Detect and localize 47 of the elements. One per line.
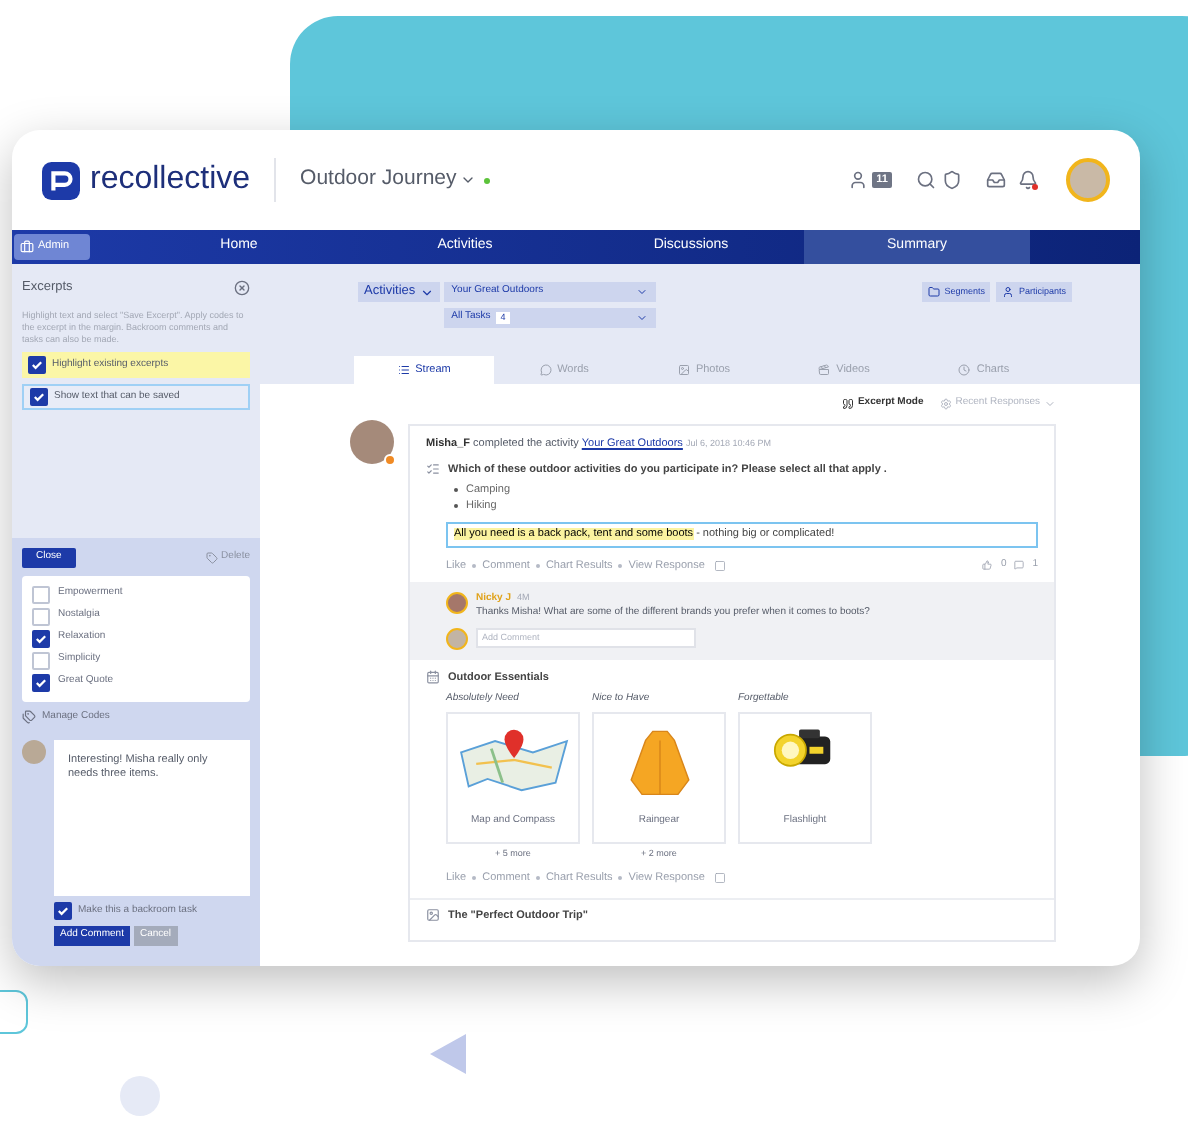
checkbox[interactable] [32,651,50,669]
charts-icon [958,364,971,376]
bell-icon [1018,170,1038,190]
words-icon [539,364,552,376]
checkbox[interactable] [32,585,50,603]
tags-icon [22,709,36,724]
calendar-icon [426,670,440,685]
checkbox[interactable] [54,902,72,920]
inbox-icon[interactable] [986,170,1006,190]
chevron-icon[interactable] [460,172,477,188]
chevron-icon [635,286,648,298]
notifications-button[interactable] [1018,170,1038,190]
photos-icon [677,364,690,376]
project-name[interactable]: Outdoor Journey [300,164,457,196]
checklist-icon [426,461,440,476]
map-pin-drawing [455,725,571,793]
user-icon [1002,286,1015,298]
checkbox[interactable] [32,629,50,647]
avatar [446,627,468,650]
quote-icon [841,397,854,410]
chevron-icon [1044,397,1056,410]
avatar [446,591,468,614]
checkbox[interactable] [30,387,48,406]
checkbox[interactable] [32,607,50,625]
status-badge [384,453,396,465]
comment-icon [1014,560,1025,571]
search-icon[interactable] [916,170,936,190]
logo-icon [42,161,80,199]
tag-icon [205,551,218,564]
folder-icon [928,286,941,298]
chevron-icon [635,312,648,324]
briefcase-icon [20,240,34,254]
circle-decoration [120,1076,160,1116]
close-icon[interactable] [234,279,250,296]
user-icon[interactable] [848,170,869,190]
videos-icon [818,364,831,376]
settings-icon [939,397,952,410]
image-icon [426,908,440,923]
shield-icon[interactable] [942,170,962,190]
chevron-icon [419,285,434,299]
brand-name: recollective [90,160,251,200]
stream-icon [397,364,410,376]
like-icon [982,560,993,571]
checkbox[interactable] [28,355,46,374]
avatar [22,740,46,764]
triangle-decoration [428,1032,468,1076]
checkbox[interactable] [32,673,50,691]
